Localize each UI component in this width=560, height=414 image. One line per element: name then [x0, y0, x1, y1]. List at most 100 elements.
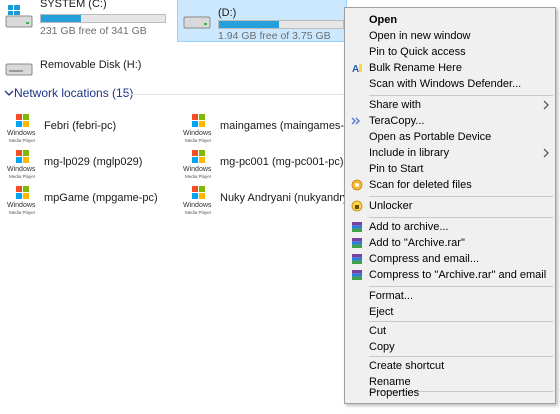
network-item-label: mg-pc001 (mg-pc001-pc): [220, 156, 344, 168]
menu-item-label: Share with: [369, 99, 421, 111]
menu-item-label: Format...: [369, 290, 414, 302]
menu-item-open[interactable]: Open: [346, 12, 554, 29]
svg-text:Windows: Windows: [7, 166, 36, 173]
windows-media-player-icon: Windows Media Player: [183, 186, 212, 215]
menu-separator: [369, 196, 553, 197]
menu-item-format[interactable]: Format...: [346, 288, 554, 305]
menu-item-label: Open as Portable Device: [369, 131, 492, 143]
network-item[interactable]: Windows Media Player mpGame (mpgame-pc): [6, 184, 166, 216]
menu-separator: [369, 95, 553, 96]
unlocker-icon: [351, 200, 363, 212]
menu-item-eject[interactable]: Eject: [346, 304, 554, 321]
network-item[interactable]: Windows Media Player Nuky Andryani (nuky…: [182, 184, 382, 216]
section-divider: [122, 94, 350, 95]
menu-item-bulk-rename[interactable]: A Bulk Rename Here: [346, 60, 554, 77]
drive-c[interactable]: SYSTEM (C:) 231 GB free of 341 GB: [0, 0, 172, 37]
network-item[interactable]: Windows Media Player mg-pc001 (mg-pc001-…: [182, 148, 344, 180]
svg-text:A: A: [352, 64, 359, 74]
drive-d[interactable]: (D:) 1.94 GB free of 3.75 GB: [177, 0, 347, 42]
windows-media-player-icon: Windows Media Player: [7, 150, 36, 179]
menu-item-scan-deleted[interactable]: Scan for deleted files: [346, 177, 554, 194]
svg-text:Media Player: Media Player: [185, 138, 212, 143]
menu-item-label: Scan with Windows Defender...: [369, 78, 522, 90]
svg-text:Windows: Windows: [183, 202, 212, 209]
menu-item-label: Compress and email...: [369, 253, 480, 265]
menu-item-teracopy[interactable]: TeraCopy...: [346, 113, 554, 130]
menu-item-label: TeraCopy...: [369, 115, 425, 127]
menu-item-scan-defender[interactable]: Scan with Windows Defender...: [346, 76, 554, 93]
menu-item-label: Copy: [369, 341, 395, 353]
hard-drive-icon: [183, 16, 211, 29]
menu-item-pin-start[interactable]: Pin to Start: [346, 161, 554, 178]
menu-item-cut[interactable]: Cut: [346, 323, 554, 340]
menu-item-label: Scan for deleted files: [369, 179, 472, 191]
menu-item-add-archive[interactable]: Add to archive...: [346, 219, 554, 236]
menu-item-add-archive-rar[interactable]: Add to "Archive.rar": [346, 235, 554, 252]
network-item-label: maingames (maingames-pc): [220, 120, 360, 132]
windows-media-player-icon: Windows Media Player: [7, 186, 36, 215]
svg-text:Media Player: Media Player: [9, 210, 36, 215]
menu-item-label: Include in library: [369, 147, 450, 159]
network-locations-header[interactable]: Network locations (15): [4, 86, 350, 102]
chevron-right-icon: [543, 100, 549, 110]
svg-text:Media Player: Media Player: [185, 210, 212, 215]
drive-c-label: SYSTEM (C:): [40, 0, 107, 10]
menu-item-unlocker[interactable]: Unlocker: [346, 198, 554, 215]
network-item[interactable]: Windows Media Player maingames (maingame…: [182, 112, 359, 144]
menu-item-label: Bulk Rename Here: [369, 62, 462, 74]
winrar-icon: [352, 238, 362, 248]
network-item[interactable]: Windows Media Player Febri (febri-pc): [6, 112, 166, 144]
network-item-label: mpGame (mpgame-pc): [44, 192, 158, 204]
menu-item-include-library[interactable]: Include in library: [346, 145, 554, 162]
teracopy-icon: [351, 117, 361, 125]
menu-item-label: Add to "Archive.rar": [369, 237, 465, 249]
svg-text:Media Player: Media Player: [185, 174, 212, 179]
drive-c-usage-bar: [40, 14, 166, 23]
windows-drive-icon: [5, 5, 33, 28]
menu-item-label: Open: [369, 14, 398, 26]
menu-item-compress-email[interactable]: Compress and email...: [346, 251, 554, 268]
chevron-down-icon: [4, 90, 14, 96]
network-item[interactable]: Windows Media Player mg-lp029 (mglp029): [6, 148, 166, 180]
drive-h[interactable]: Removable Disk (H:): [0, 54, 172, 80]
context-menu: Open Open in new window Pin to Quick acc…: [344, 7, 556, 404]
menu-item-label: Unlocker: [369, 200, 413, 212]
menu-item-properties[interactable]: Properties: [346, 385, 554, 402]
winrar-icon: [352, 270, 362, 280]
winrar-icon: [352, 222, 362, 232]
menu-item-label: Pin to Quick access: [369, 46, 466, 58]
menu-item-label: Add to archive...: [369, 221, 449, 233]
drive-d-label: (D:): [218, 7, 237, 19]
windows-media-player-icon: Windows Media Player: [183, 114, 212, 143]
menu-item-label: Cut: [369, 325, 387, 337]
menu-item-compress-rar-email[interactable]: Compress to "Archive.rar" and email: [346, 267, 554, 284]
drive-h-label: Removable Disk (H:): [40, 59, 142, 71]
svg-text:Media Player: Media Player: [9, 174, 36, 179]
chevron-right-icon: [543, 148, 549, 158]
recuva-icon: [351, 179, 363, 191]
menu-item-label: Open in new window: [369, 30, 471, 42]
drive-c-space-text: 231 GB free of 341 GB: [40, 25, 147, 37]
svg-text:Media Player: Media Player: [9, 138, 36, 143]
menu-item-share-with[interactable]: Share with: [346, 97, 554, 114]
menu-item-open-new-window[interactable]: Open in new window: [346, 28, 554, 45]
windows-media-player-icon: Windows Media Player: [183, 150, 212, 179]
menu-item-pin-quick-access[interactable]: Pin to Quick access: [346, 44, 554, 61]
menu-item-label: Properties: [369, 387, 420, 399]
menu-item-label: Eject: [369, 306, 394, 318]
windows-media-player-icon: Windows Media Player: [7, 114, 36, 143]
menu-item-label: Create shortcut: [369, 360, 445, 372]
drive-c-usage-fill: [41, 15, 81, 22]
winrar-icon: [352, 254, 362, 264]
menu-item-label: Pin to Start: [369, 163, 424, 175]
menu-separator: [369, 356, 553, 357]
removable-disk-icon: [5, 63, 33, 76]
svg-text:Windows: Windows: [183, 130, 212, 137]
svg-text:Windows: Windows: [7, 130, 36, 137]
menu-separator: [369, 321, 553, 322]
network-item-label: mg-lp029 (mglp029): [44, 156, 143, 168]
menu-item-create-shortcut[interactable]: Create shortcut: [346, 358, 554, 375]
drive-d-space-text: 1.94 GB free of 3.75 GB: [218, 30, 331, 42]
menu-item-open-portable[interactable]: Open as Portable Device: [346, 129, 554, 146]
menu-item-copy[interactable]: Copy: [346, 339, 554, 356]
